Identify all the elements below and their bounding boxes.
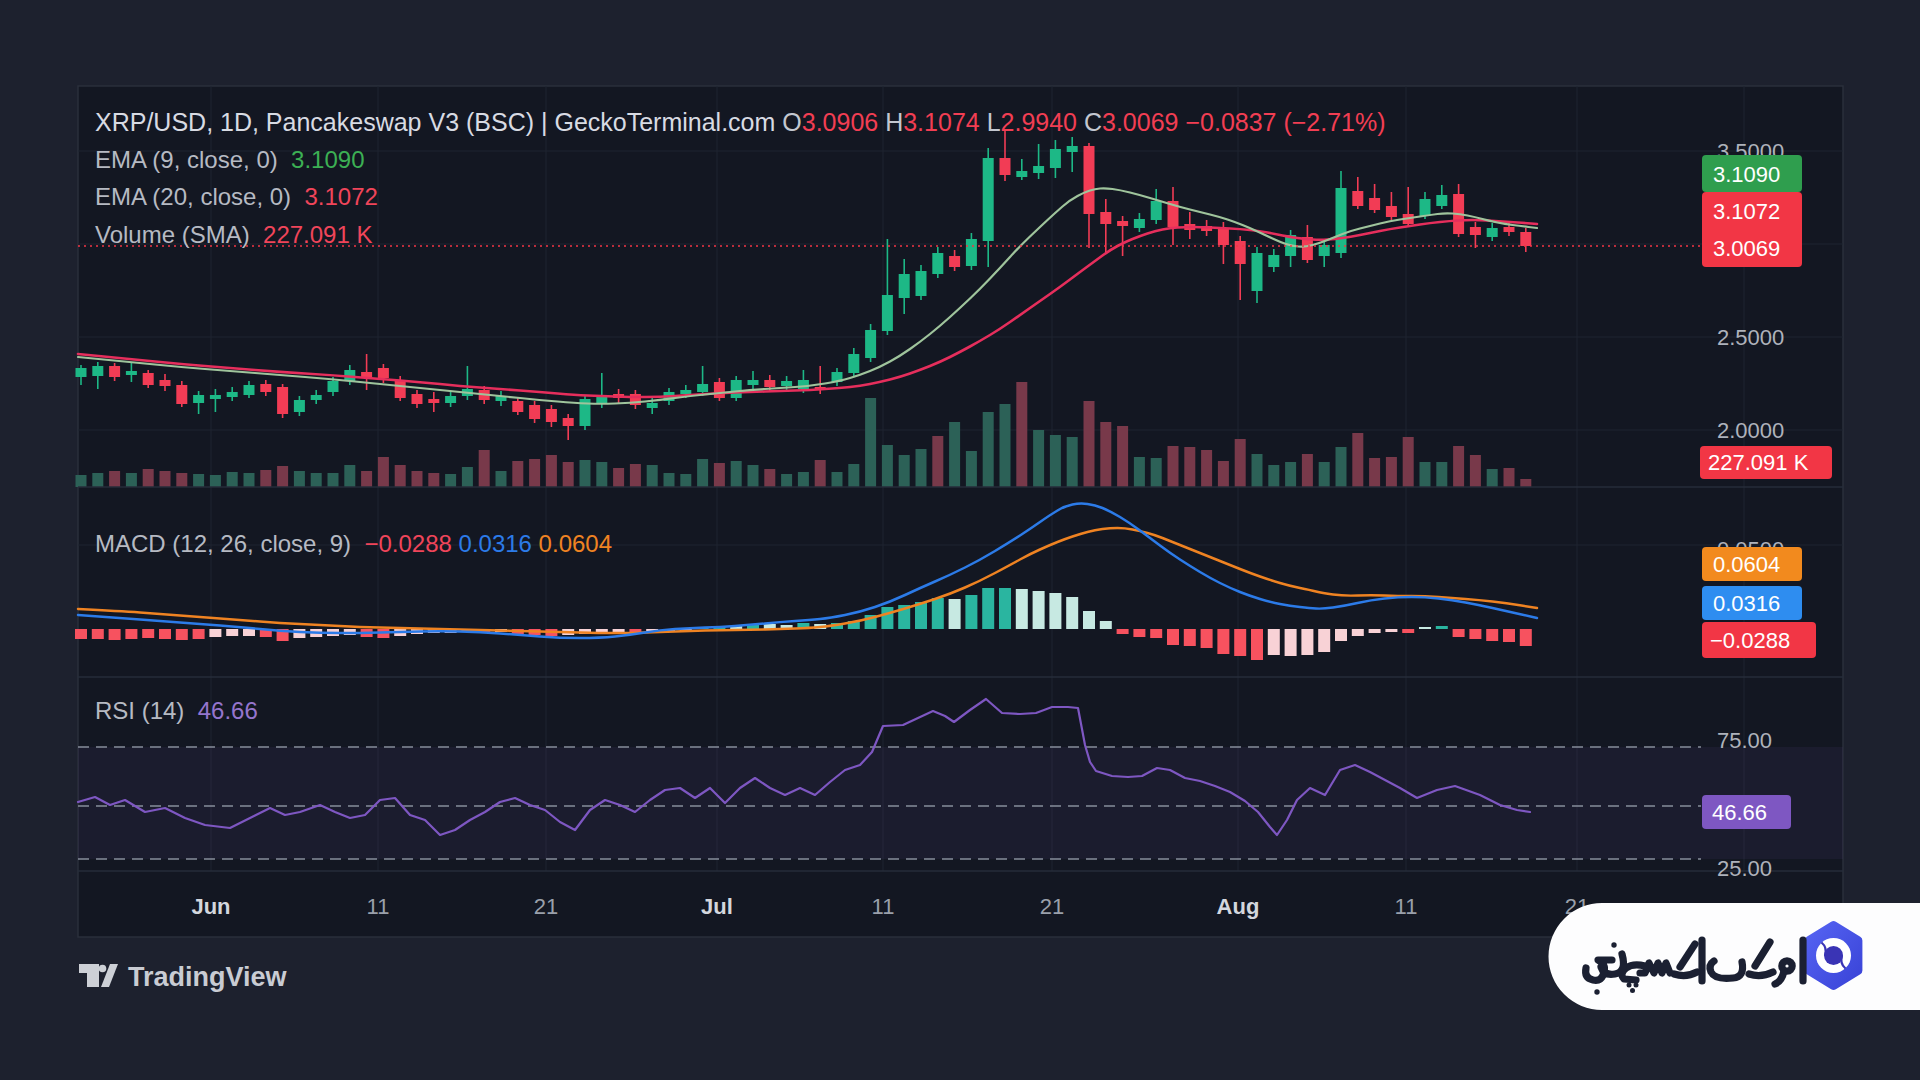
svg-text:2.5000: 2.5000: [1717, 325, 1784, 350]
svg-text:21: 21: [1040, 894, 1064, 919]
svg-text:−0.0288: −0.0288: [1710, 628, 1790, 653]
svg-text:11: 11: [367, 894, 390, 919]
svg-text:75.00: 75.00: [1717, 728, 1772, 753]
svg-text:21: 21: [534, 894, 558, 919]
svg-text:Volume (SMA) 227.091 K: Volume (SMA) 227.091 K: [95, 221, 372, 248]
svg-text:11: 11: [1395, 894, 1418, 919]
svg-text:3.0069: 3.0069: [1713, 236, 1780, 261]
svg-text:MACD (12, 26, close, 9) −0.02: MACD (12, 26, close, 9) −0.0288 0.0316 0…: [95, 530, 612, 557]
svg-text:Jul: Jul: [701, 894, 733, 919]
svg-text:EMA (20, close, 0) 3.1072: EMA (20, close, 0) 3.1072: [95, 183, 378, 210]
svg-text:3.1090: 3.1090: [1713, 162, 1780, 187]
svg-text:Jun: Jun: [191, 894, 230, 919]
svg-text:0.0316: 0.0316: [1713, 591, 1780, 616]
svg-text:XRP/USD, 1D, Pancakeswap V3 (B: XRP/USD, 1D, Pancakeswap V3 (BSC) | Geck…: [95, 108, 1386, 136]
svg-text:227.091 K: 227.091 K: [1708, 450, 1809, 475]
svg-text:3.1072: 3.1072: [1713, 199, 1780, 224]
svg-text:Aug: Aug: [1217, 894, 1260, 919]
svg-text:46.66: 46.66: [1712, 800, 1767, 825]
svg-text:11: 11: [872, 894, 895, 919]
svg-text:EMA (9, close, 0) 3.1090: EMA (9, close, 0) 3.1090: [95, 146, 364, 173]
svg-text:RSI (14) 46.66: RSI (14) 46.66: [95, 697, 258, 724]
svg-text:2.0000: 2.0000: [1717, 418, 1784, 443]
svg-text:25.00: 25.00: [1717, 856, 1772, 881]
svg-text:TradingView: TradingView: [128, 962, 288, 992]
svg-text:0.0604: 0.0604: [1713, 552, 1780, 577]
